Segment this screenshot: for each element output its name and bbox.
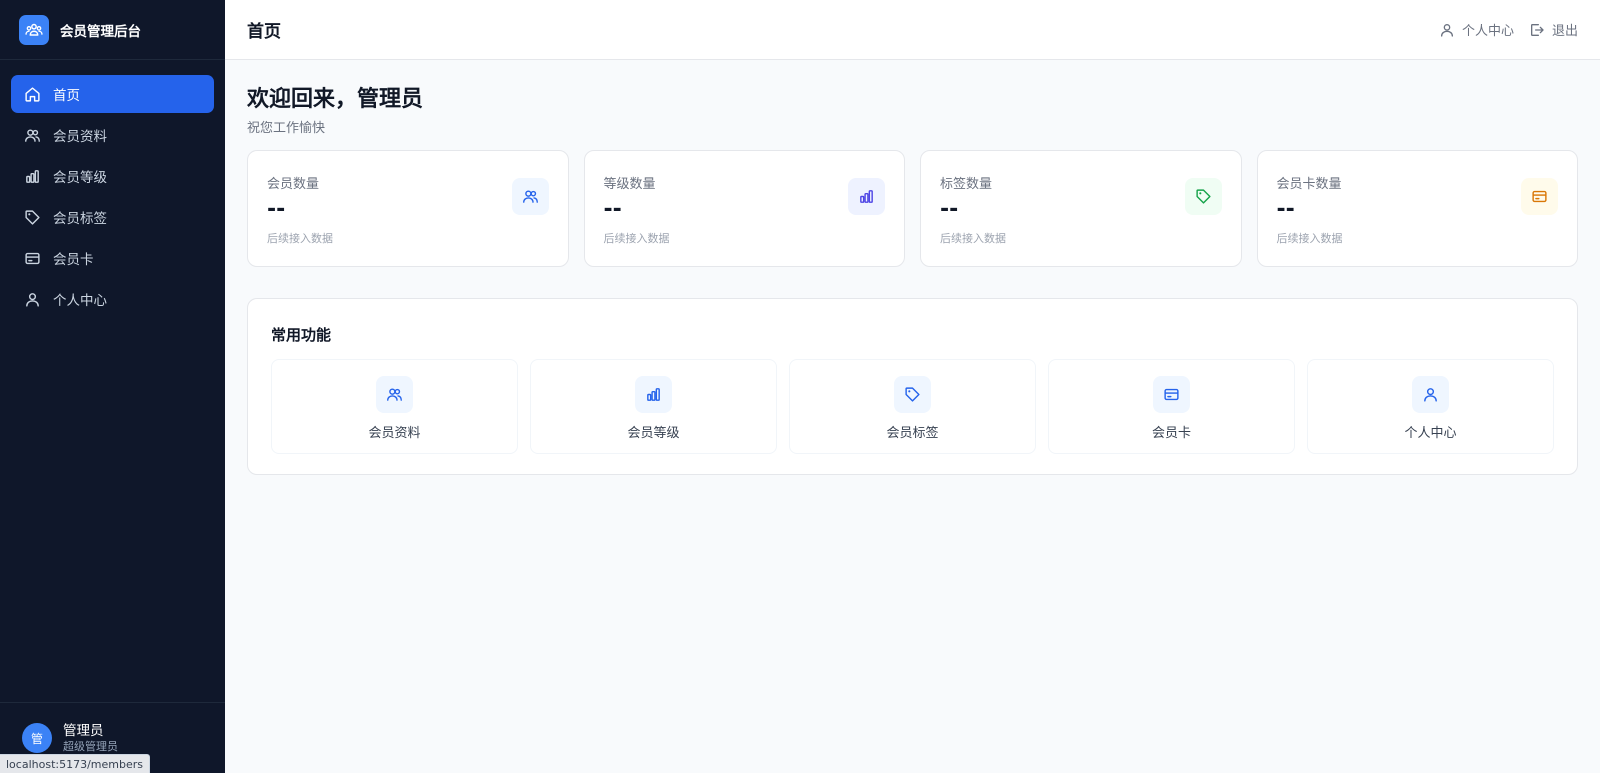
brand-title: 会员管理后台 (60, 23, 141, 40)
stat-card-members: 会员数量 -- 后续接入数据 (247, 150, 569, 267)
sidebar-item-label: 个人中心 (53, 293, 107, 309)
top-header: 首页 个人中心 退出 (225, 0, 1600, 60)
logout-label: 退出 (1551, 24, 1578, 39)
card-icon (1153, 376, 1190, 413)
stat-value: -- (940, 197, 959, 222)
card-icon (24, 250, 41, 267)
main-content: 欢迎回来，管理员 祝您工作愉快 会员数量 -- 后续接入数据 等级数量 -- 后… (247, 85, 1578, 475)
logout-icon (1529, 22, 1545, 38)
sidebar-nav: 首页 会员资料 会员等级 会员标签 会员卡 个人中心 (0, 60, 225, 318)
stat-label: 标签数量 (940, 177, 993, 192)
quick-item-member-profiles[interactable]: 会员资料 (271, 359, 518, 454)
sidebar-item-label: 会员等级 (53, 170, 107, 186)
users-icon (511, 178, 549, 215)
quick-item-label: 会员标签 (886, 426, 939, 441)
welcome-subtitle: 祝您工作愉快 (247, 121, 326, 136)
stat-value: -- (267, 197, 286, 222)
tag-icon (1184, 178, 1222, 215)
quick-item-label: 个人中心 (1404, 426, 1457, 441)
page-title: 首页 (247, 22, 281, 42)
sidebar-item-home[interactable]: 首页 (11, 75, 214, 113)
stat-note: 后续接入数据 (267, 232, 333, 245)
tag-icon (894, 376, 931, 413)
stat-value: -- (603, 197, 622, 222)
logout-button[interactable]: 退出 (1529, 20, 1578, 39)
profile-link-label: 个人中心 (1461, 24, 1514, 39)
avatar: 管 (22, 723, 52, 753)
bar-chart-icon (635, 376, 672, 413)
stat-note: 后续接入数据 (603, 232, 670, 245)
brand: 会员管理后台 (0, 0, 225, 60)
stat-note: 后续接入数据 (940, 232, 1006, 245)
quick-item-label: 会员卡 (1151, 426, 1191, 441)
stat-note: 后续接入数据 (1276, 232, 1343, 245)
stat-label: 会员卡数量 (1276, 177, 1342, 192)
stat-label: 等级数量 (603, 177, 656, 192)
stat-card-tags: 标签数量 -- 后续接入数据 (920, 150, 1242, 267)
stat-label: 会员数量 (267, 177, 320, 192)
quick-item-label: 会员资料 (368, 426, 421, 441)
stat-card-levels: 等级数量 -- 后续接入数据 (583, 150, 905, 267)
sidebar-item-label: 首页 (53, 88, 80, 104)
profile-link[interactable]: 个人中心 (1439, 20, 1514, 39)
quick-item-member-levels[interactable]: 会员等级 (530, 359, 777, 454)
users-icon (376, 376, 413, 413)
sidebar-item-label: 会员标签 (53, 211, 107, 227)
quick-item-label: 会员等级 (627, 426, 680, 441)
stat-value: -- (1276, 197, 1295, 222)
user-icon (1412, 376, 1449, 413)
card-icon (1521, 178, 1558, 215)
sidebar-item-member-cards[interactable]: 会员卡 (11, 239, 214, 277)
bar-chart-icon (24, 168, 41, 185)
quick-item-member-cards[interactable]: 会员卡 (1048, 359, 1295, 454)
user-role: 超级管理员 (63, 739, 118, 753)
sidebar-item-profile[interactable]: 个人中心 (11, 280, 214, 318)
home-icon (24, 86, 41, 103)
quick-item-member-tags[interactable]: 会员标签 (789, 359, 1036, 454)
tag-icon (24, 209, 41, 226)
user-name: 管理员 (63, 722, 104, 739)
browser-status-url: localhost:5173/members (0, 754, 150, 773)
bar-chart-icon (848, 178, 885, 215)
stat-card-cards: 会员卡数量 -- 后续接入数据 (1256, 150, 1578, 267)
user-icon (1439, 22, 1455, 38)
users-icon (24, 127, 41, 144)
panel-title: 常用功能 (271, 326, 332, 344)
sidebar-item-member-profiles[interactable]: 会员资料 (11, 116, 214, 154)
quick-item-profile[interactable]: 个人中心 (1307, 359, 1554, 454)
sidebar: 会员管理后台 首页 会员资料 会员等级 会员标签 会员卡 个人中心 管 管理员 … (0, 0, 225, 773)
sidebar-item-member-tags[interactable]: 会员标签 (11, 198, 214, 236)
sidebar-item-label: 会员资料 (53, 129, 107, 145)
sidebar-item-label: 会员卡 (53, 252, 94, 268)
stats-row: 会员数量 -- 后续接入数据 等级数量 -- 后续接入数据 标签数量 -- 后续… (247, 150, 1578, 267)
sidebar-item-member-levels[interactable]: 会员等级 (11, 157, 214, 195)
quick-actions-panel: 常用功能 会员资料 会员等级 会员标签 会员卡 个人中心 (247, 298, 1578, 475)
welcome-title: 欢迎回来，管理员 (247, 87, 424, 112)
brand-logo-icon (19, 14, 49, 45)
user-icon (24, 291, 41, 308)
